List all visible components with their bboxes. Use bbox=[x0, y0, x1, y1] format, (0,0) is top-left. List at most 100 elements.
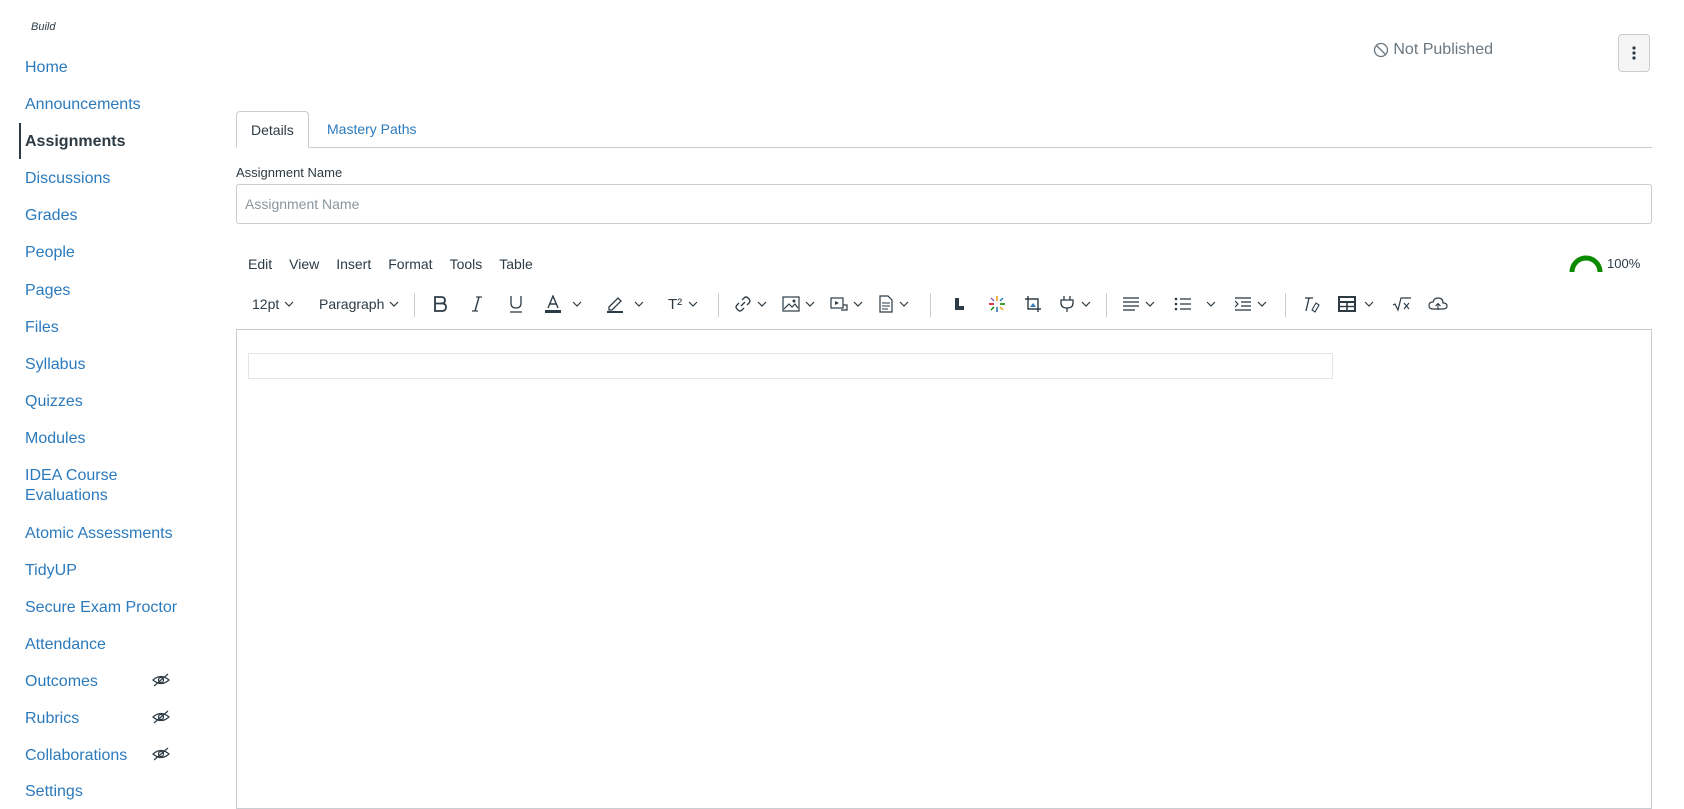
chevron-down-icon bbox=[1364, 301, 1374, 307]
superscript-button[interactable]: T² bbox=[668, 289, 698, 319]
eye-off-icon bbox=[152, 673, 170, 687]
nav-outcomes[interactable]: Outcomes bbox=[25, 672, 98, 692]
accessibility-gauge-icon bbox=[1569, 255, 1603, 272]
highlighter-icon bbox=[607, 297, 623, 313]
nav-modules[interactable]: Modules bbox=[25, 429, 85, 449]
bold-button[interactable] bbox=[432, 289, 448, 319]
unpublished-icon bbox=[1374, 42, 1389, 58]
align-left-icon bbox=[1123, 297, 1139, 311]
list-button[interactable] bbox=[1174, 289, 1216, 319]
table-button[interactable] bbox=[1338, 289, 1374, 319]
document-button[interactable] bbox=[878, 289, 909, 319]
document-icon bbox=[879, 295, 893, 313]
link-icon bbox=[735, 296, 751, 312]
clear-formatting-button[interactable] bbox=[1302, 289, 1320, 319]
tab-details[interactable]: Details bbox=[236, 111, 309, 148]
nav-tidyup[interactable]: TidyUP bbox=[25, 561, 77, 581]
editor-menubar: Edit View Insert Format Tools Table bbox=[248, 256, 550, 272]
nav-atomic-assessments[interactable]: Atomic Assessments bbox=[25, 524, 173, 544]
plugins-button[interactable] bbox=[1058, 289, 1091, 319]
accessibility-checker[interactable]: 100% bbox=[1568, 254, 1640, 272]
menu-insert[interactable]: Insert bbox=[336, 256, 371, 272]
accessibility-score: 100% bbox=[1607, 255, 1641, 271]
bullet-list-icon bbox=[1174, 297, 1191, 311]
cloud-upload-button[interactable] bbox=[1428, 289, 1448, 319]
nav-attendance[interactable]: Attendance bbox=[25, 635, 106, 655]
chevron-down-icon bbox=[1145, 301, 1155, 307]
link-button[interactable] bbox=[734, 289, 767, 319]
italic-button[interactable] bbox=[470, 289, 484, 319]
align-button[interactable] bbox=[1122, 289, 1155, 319]
nav-pages[interactable]: Pages bbox=[25, 281, 70, 301]
plug-icon bbox=[1060, 296, 1074, 312]
italic-icon bbox=[472, 296, 482, 312]
rich-content-editor[interactable] bbox=[236, 329, 1652, 809]
square-root-icon bbox=[1392, 297, 1411, 312]
nav-rubrics[interactable]: Rubrics bbox=[25, 709, 79, 729]
build-label: Build bbox=[31, 21, 56, 33]
nav-grades[interactable]: Grades bbox=[25, 206, 77, 226]
nav-discussions[interactable]: Discussions bbox=[25, 169, 110, 189]
menu-format[interactable]: Format bbox=[388, 256, 432, 272]
tab-mastery-paths[interactable]: Mastery Paths bbox=[313, 111, 430, 147]
media-icon bbox=[830, 297, 848, 311]
nav-syllabus[interactable]: Syllabus bbox=[25, 355, 85, 375]
image-options-button[interactable] bbox=[1024, 289, 1042, 319]
superscript-label: T² bbox=[668, 295, 683, 313]
font-size-value: 12pt bbox=[252, 296, 280, 312]
chevron-down-icon bbox=[1081, 301, 1091, 307]
font-size-select[interactable]: 12pt bbox=[252, 289, 294, 319]
nav-settings[interactable]: Settings bbox=[25, 782, 83, 802]
text-color-button[interactable] bbox=[544, 289, 582, 319]
publish-status: Not Published bbox=[1373, 41, 1493, 59]
toolbar-separator bbox=[1106, 293, 1107, 317]
nav-announcements[interactable]: Announcements bbox=[25, 95, 141, 115]
more-options-button[interactable] bbox=[1618, 34, 1650, 72]
menu-table[interactable]: Table bbox=[499, 256, 532, 272]
indent-button[interactable] bbox=[1234, 289, 1267, 319]
course-navigation: Build Home Announcements Assignments Dis… bbox=[0, 0, 210, 800]
sparkle-tool-button[interactable] bbox=[988, 289, 1006, 319]
nav-secure-exam-proctor[interactable]: Secure Exam Proctor bbox=[25, 598, 177, 618]
math-equation-button[interactable] bbox=[1392, 289, 1412, 319]
publish-status-text: Not Published bbox=[1393, 41, 1493, 58]
assignment-name-label: Assignment Name bbox=[236, 165, 343, 180]
eye-off-icon bbox=[152, 710, 170, 724]
chevron-down-icon bbox=[899, 301, 909, 307]
toolbar-separator bbox=[930, 293, 931, 317]
nav-idea-course-evaluations[interactable]: IDEA Course Evaluations bbox=[25, 466, 135, 506]
media-button[interactable] bbox=[830, 289, 863, 319]
chevron-down-icon bbox=[853, 301, 863, 307]
underline-icon bbox=[510, 296, 522, 313]
indent-icon bbox=[1234, 297, 1251, 311]
active-indicator bbox=[19, 123, 21, 159]
chevron-down-icon bbox=[284, 301, 294, 307]
nav-collaborations[interactable]: Collaborations bbox=[25, 746, 127, 766]
eye-off-icon bbox=[152, 747, 170, 761]
assignment-name-input[interactable] bbox=[236, 184, 1652, 224]
apps-button[interactable] bbox=[952, 289, 966, 319]
nav-home[interactable]: Home bbox=[25, 58, 68, 78]
menu-edit[interactable]: Edit bbox=[248, 256, 272, 272]
toolbar-separator bbox=[718, 293, 719, 317]
chevron-down-icon bbox=[688, 301, 698, 307]
editor-toolbar: 12pt Paragraph T² bbox=[246, 289, 1666, 319]
nav-quizzes[interactable]: Quizzes bbox=[25, 392, 83, 412]
highlight-color-button[interactable] bbox=[606, 289, 644, 319]
toolbar-separator bbox=[1285, 293, 1286, 317]
nav-people[interactable]: People bbox=[25, 243, 75, 263]
cloud-icon bbox=[1428, 297, 1448, 310]
kebab-menu-icon bbox=[1632, 46, 1636, 60]
nav-files[interactable]: Files bbox=[25, 318, 59, 338]
toolbar-separator bbox=[414, 293, 415, 317]
menu-tools[interactable]: Tools bbox=[450, 256, 483, 272]
nav-assignments[interactable]: Assignments bbox=[25, 132, 125, 152]
block-format-select[interactable]: Paragraph bbox=[319, 289, 399, 319]
editor-content-area[interactable] bbox=[248, 353, 1333, 379]
image-button[interactable] bbox=[782, 289, 815, 319]
menu-view[interactable]: View bbox=[289, 256, 319, 272]
sparkle-icon bbox=[989, 296, 1005, 312]
table-icon bbox=[1338, 296, 1356, 312]
underline-button[interactable] bbox=[508, 289, 524, 319]
chevron-down-icon bbox=[389, 301, 399, 307]
